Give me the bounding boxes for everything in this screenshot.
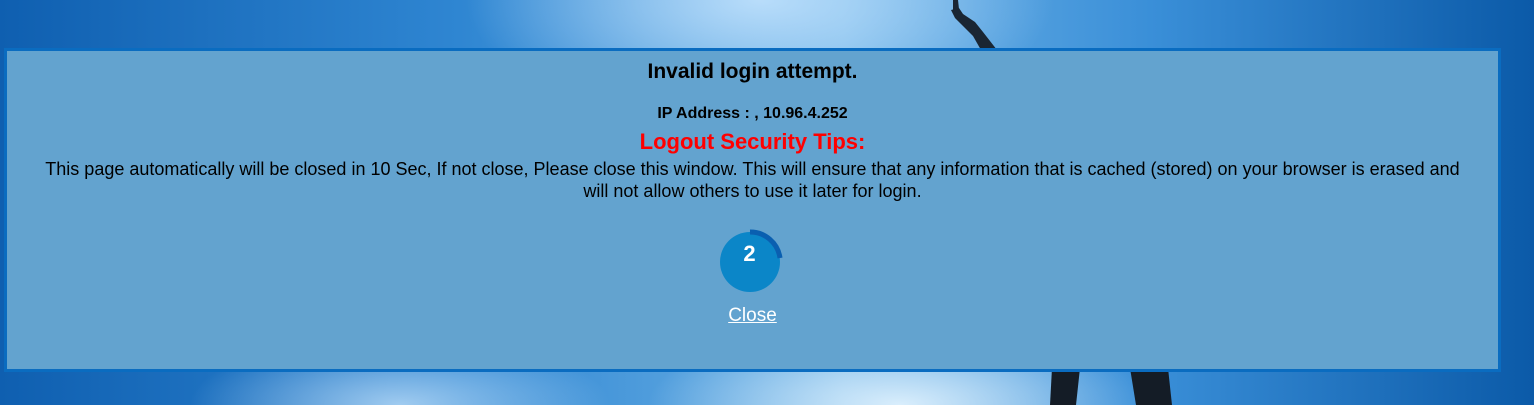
background-figure-arm	[951, 0, 997, 50]
security-tips-message: This page automatically will be closed i…	[45, 159, 1460, 201]
countdown-number: 2	[743, 241, 756, 266]
invalid-login-dialog: Invalid login attempt. IP Address : , 10…	[4, 48, 1501, 372]
close-link[interactable]: Close	[728, 305, 777, 327]
background-figure-legs	[1050, 368, 1172, 405]
security-tips-heading: Logout Security Tips:	[639, 129, 866, 154]
countdown-container: 2	[7, 229, 1498, 295]
countdown-timer: 2	[719, 229, 786, 295]
ip-address-text: IP Address : , 10.96.4.252	[657, 105, 848, 122]
dialog-title: Invalid login attempt.	[647, 60, 858, 83]
